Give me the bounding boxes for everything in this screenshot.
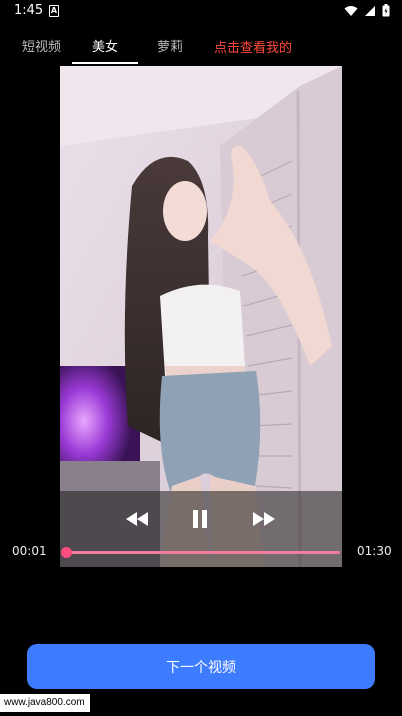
status-time: 1:45 <box>14 3 44 18</box>
tab-short-video[interactable]: 短视频 <box>22 36 61 55</box>
pause-button[interactable] <box>186 507 214 531</box>
current-time: 00:01 <box>12 544 47 558</box>
duration: 01:30 <box>357 544 392 558</box>
rewind-icon <box>126 512 148 526</box>
watermark: www.java800.com <box>0 694 90 712</box>
active-tab-indicator <box>72 62 138 64</box>
status-icons <box>344 4 390 17</box>
next-video-button[interactable]: 下一个视频 <box>27 644 375 689</box>
signal-icon <box>365 5 375 16</box>
wifi-icon <box>344 5 358 16</box>
tab-bar: 短视频 美女 萝莉 点击查看我的 <box>0 30 402 64</box>
progress-bar[interactable] <box>64 551 340 554</box>
battery-icon <box>382 4 390 17</box>
status-bar: 1:45 A <box>0 0 402 24</box>
tab-loli[interactable]: 萝莉 <box>157 36 183 55</box>
player-controls <box>60 491 342 567</box>
notification-icon: A <box>49 5 59 17</box>
fast-forward-button[interactable] <box>250 507 278 531</box>
next-video-label: 下一个视频 <box>166 659 236 676</box>
promo-link[interactable]: 点击查看我的 <box>214 37 292 56</box>
pause-icon <box>193 510 207 528</box>
tab-beauty[interactable]: 美女 <box>92 36 118 55</box>
fast-forward-icon <box>253 512 275 526</box>
rewind-button[interactable] <box>123 507 151 531</box>
